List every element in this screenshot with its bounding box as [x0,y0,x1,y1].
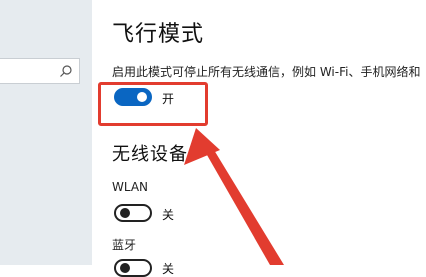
annotation-arrow [184,128,284,265]
arrow-shaft [207,150,284,265]
